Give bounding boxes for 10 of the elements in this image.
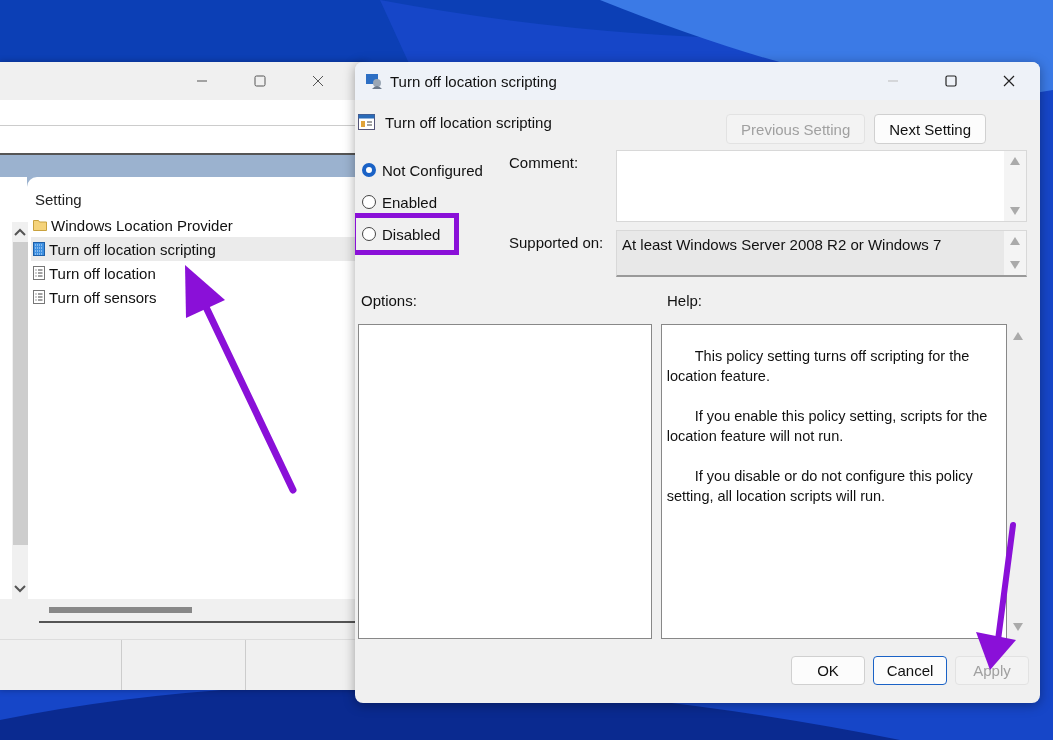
options-label: Options: [360,292,418,311]
help-paragraph: If you disable or do not configure this policy setting, all location scripts will run. [666,467,974,506]
help-paragraph: If you enable this policy setting, scripts for the location feature will not run. [666,407,989,446]
setting-name: Turn off location scripting [385,114,552,131]
window-title: Turn off location scripting [390,72,558,90]
help-paragraph: This policy setting turns off scripting for the location feature. [666,347,971,386]
help-label: Help: [667,292,703,311]
comment-label: Comment: [509,153,580,173]
supported-field: At least Windows Server 2008 R2 or Windows 7 [616,230,1027,277]
supported-label: Supported on: [509,233,605,253]
